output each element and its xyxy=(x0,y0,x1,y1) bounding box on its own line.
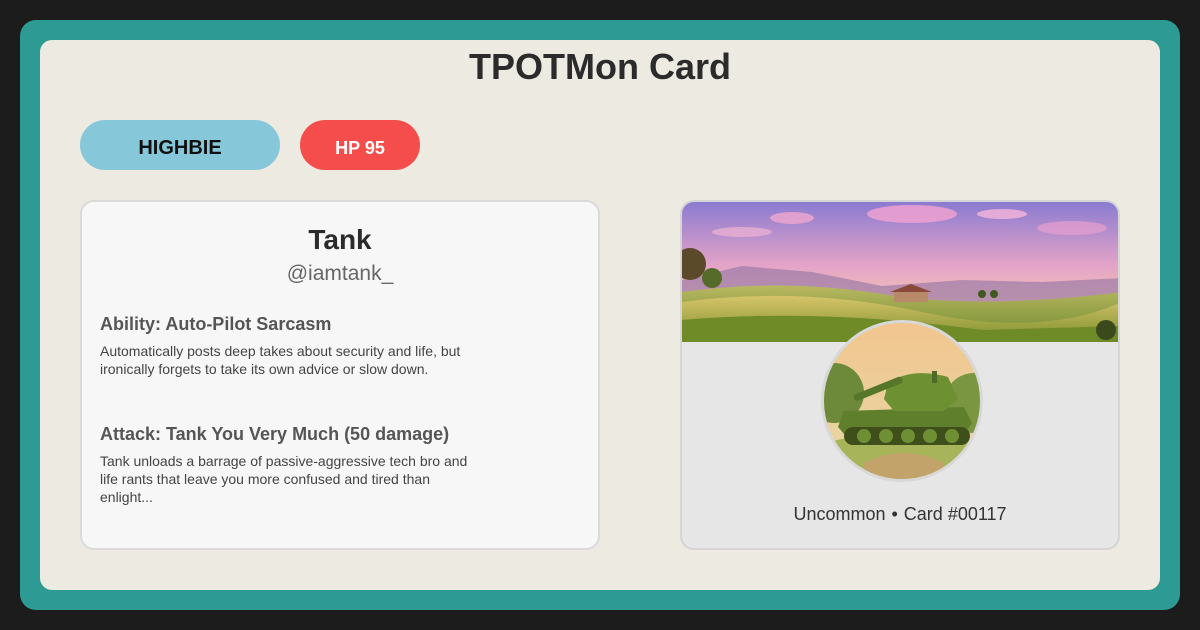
footer-separator: • xyxy=(891,504,898,524)
info-panel: Tank @iamtank_ Ability: Auto-Pilot Sarca… xyxy=(80,200,600,550)
ability-description: Automatically posts deep takes about sec… xyxy=(100,343,461,377)
attack-description: Tank unloads a barrage of passive-aggres… xyxy=(100,453,468,505)
image-panel: Uncommon • Card #00117 xyxy=(680,200,1120,550)
profile-handle: @iamtank_ xyxy=(286,262,394,285)
avatar xyxy=(821,320,983,482)
card-title: TPOTMon Card xyxy=(469,46,731,87)
card-number: Card #00117 xyxy=(903,504,1007,524)
type-badge: HIGHBIE xyxy=(80,120,280,170)
profile-name: Tank xyxy=(308,224,372,255)
hp-badge: HP 95 xyxy=(300,120,420,170)
card-footer: Uncommon • Card #00117 xyxy=(682,504,1118,525)
rarity-label: Uncommon xyxy=(793,504,886,524)
ability-title: Ability: Auto-Pilot Sarcasm xyxy=(100,314,332,334)
tank-avatar-image xyxy=(824,323,980,479)
attack-title: Attack: Tank You Very Much (50 damage) xyxy=(100,424,450,444)
